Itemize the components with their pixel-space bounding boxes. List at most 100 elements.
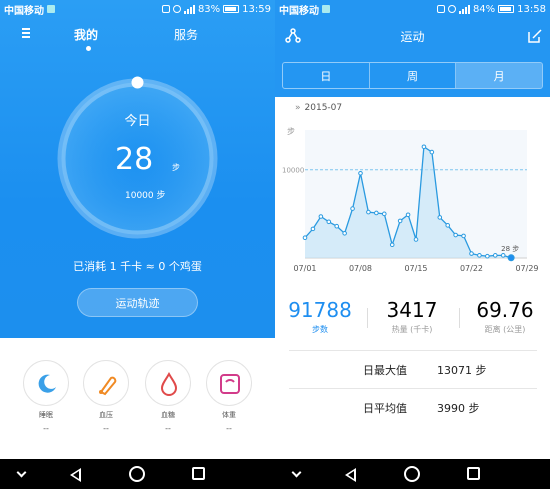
step-count: 28 — [115, 142, 154, 177]
data-point — [485, 253, 490, 259]
tile-sleep[interactable]: 睡眠 -- — [22, 360, 70, 433]
tile-bp-circle — [83, 360, 129, 406]
status-bar: 中国移动 83% 13:59 — [0, 0, 275, 18]
stat-value: 69.76 — [476, 298, 534, 322]
double-chevron-right-icon[interactable]: » — [295, 103, 301, 113]
vibrate-icon — [161, 5, 170, 13]
data-point — [429, 149, 435, 155]
system-nav-bar — [275, 459, 550, 489]
data-point — [469, 251, 474, 256]
chart-header: » 2015-07 — [295, 103, 342, 113]
tile-label: 睡眠 — [39, 411, 53, 419]
chevron-down-icon[interactable] — [291, 467, 302, 478]
tile-blood-pressure[interactable]: 血压 -- — [82, 360, 130, 433]
data-point — [358, 170, 363, 176]
divider — [367, 308, 368, 328]
stat-caption: 距离 (公里) — [484, 325, 526, 334]
edit-icon[interactable] — [527, 28, 543, 44]
data-point — [437, 215, 443, 220]
row-label: 日最大值 — [363, 363, 407, 377]
x-tick-label: 07/08 — [349, 264, 372, 273]
reference-line-label: 10000 — [282, 167, 304, 175]
calorie-summary: 已消耗 1 千卡 ≈ 0 个鸡蛋 — [73, 260, 202, 273]
home-icon[interactable] — [404, 466, 420, 482]
segment-month[interactable]: 月 — [456, 63, 542, 88]
data-point — [413, 237, 419, 242]
segment-day[interactable]: 日 — [283, 63, 370, 88]
stat-caption: 步数 — [312, 325, 328, 334]
x-tick-label: 07/15 — [404, 264, 427, 273]
health-tiles: 睡眠 -- 血压 -- 血糖 -- 体重 -- — [0, 360, 275, 440]
tile-value: -- — [165, 424, 171, 433]
top-nav: 我的 服务 — [0, 24, 275, 51]
tile-label: 体重 — [222, 411, 236, 419]
tab-mine[interactable]: 我的 — [74, 26, 98, 43]
data-point — [381, 211, 387, 217]
left-screen: 中国移动 83% 13:59 我的 服务 今日 28 步 10000 步 已消耗… — [0, 0, 275, 489]
tile-value: -- — [43, 424, 49, 433]
tile-label: 血压 — [99, 411, 113, 419]
notification-icon — [47, 5, 55, 13]
battery-percent: 83% — [197, 3, 221, 15]
menu-icon[interactable] — [22, 28, 30, 38]
back-icon[interactable] — [345, 468, 356, 482]
tile-value: -- — [103, 424, 109, 433]
data-point — [374, 210, 379, 216]
row-label: 日平均值 — [363, 401, 407, 415]
ring-progress-knob — [131, 76, 144, 89]
recent-apps-icon[interactable] — [192, 467, 205, 480]
signal-icon — [458, 4, 470, 14]
battery-percent: 84% — [472, 3, 496, 15]
scale-icon — [220, 374, 240, 394]
tab-service[interactable]: 服务 — [174, 26, 198, 43]
home-icon[interactable] — [129, 466, 145, 482]
data-point — [421, 144, 427, 150]
notification-icon — [322, 5, 330, 13]
x-tick-label: 07/29 — [515, 264, 538, 273]
data-point — [326, 219, 332, 225]
track-button[interactable]: 运动轨迹 — [77, 288, 198, 317]
today-label: 今日 — [124, 114, 151, 129]
last-point-label: 28 步 — [501, 245, 519, 253]
data-point — [477, 253, 482, 258]
data-point — [500, 253, 506, 258]
battery-icon — [498, 5, 515, 13]
data-point — [342, 230, 347, 236]
status-bar: 中国移动 84% 13:58 — [275, 0, 550, 18]
data-point — [492, 253, 498, 258]
back-icon[interactable] — [70, 468, 81, 482]
data-point — [507, 254, 515, 262]
tile-blood-sugar[interactable]: 血糖 -- — [144, 360, 192, 433]
data-point — [350, 206, 355, 211]
daily-summary-table: 日最大值 13071 步 日平均值 3990 步 — [289, 350, 537, 426]
page-title: 运动 — [400, 30, 425, 44]
clock: 13:58 — [517, 3, 546, 15]
x-tick-label: 07/01 — [293, 264, 316, 273]
data-point — [334, 223, 340, 229]
step-ring: 今日 28 步 10000 步 — [55, 76, 220, 241]
stat-steps: 91788 步数 — [285, 298, 355, 335]
data-point — [405, 212, 411, 218]
active-tab-indicator — [86, 46, 91, 51]
blood-pressure-icon — [99, 376, 117, 396]
battery-icon — [223, 5, 240, 13]
tile-weight-circle — [206, 360, 252, 406]
stat-value: 91788 — [288, 298, 352, 322]
row-value: 13071 步 — [437, 363, 487, 377]
chevron-down-icon[interactable] — [16, 467, 27, 478]
segment-week[interactable]: 周 — [370, 63, 457, 88]
steps-chart: 步 10000 28 步 07/01 07/08 07/15 07/22 07/29 — [282, 127, 539, 273]
data-point — [453, 232, 458, 238]
recent-apps-icon[interactable] — [467, 467, 480, 480]
step-goal: 10000 步 — [125, 191, 166, 201]
x-tick-label: 07/22 — [460, 264, 483, 273]
data-point — [461, 233, 466, 239]
tile-weight[interactable]: 体重 -- — [205, 360, 253, 433]
y-axis-label: 步 — [287, 127, 295, 136]
alarm-icon — [172, 5, 181, 13]
tile-sleep-circle — [23, 360, 69, 406]
carrier-label: 中国移动 — [279, 5, 319, 17]
alarm-icon — [447, 5, 456, 13]
divider — [459, 308, 460, 328]
data-point — [310, 226, 316, 232]
